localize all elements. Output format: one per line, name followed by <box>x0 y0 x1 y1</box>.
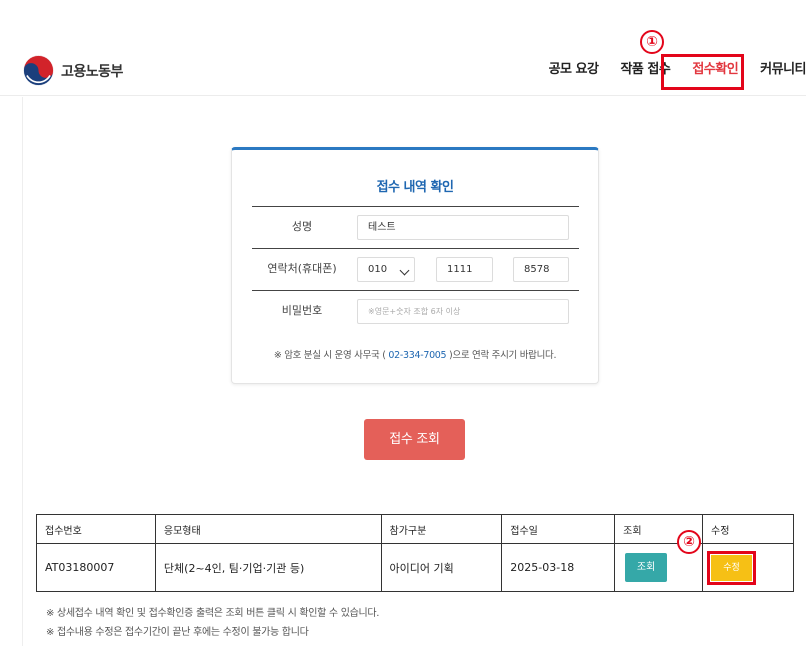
phone-row: 연락처(휴대폰) 010 1111 8578 <box>252 249 579 291</box>
submission-table: 접수번호 응모형태 참가구분 접수일 조회 수정 AT03180007 단체(2… <box>36 514 794 592</box>
notice-text-before: ※ 암호 분실 시 운영 사무국 ( <box>273 350 386 361</box>
search-submission-button[interactable]: 접수 조회 <box>364 419 465 460</box>
col-header-category: 참가구분 <box>380 514 503 544</box>
view-button[interactable]: 조회 <box>625 553 668 582</box>
phone-prefix-select[interactable]: 010 <box>357 257 415 282</box>
footnotes: ※ 상세접수 내역 확인 및 접수확인증 출력은 조회 버튼 클릭 시 확인할 … <box>46 604 379 642</box>
phone-prefix-value: 010 <box>368 264 388 275</box>
name-input[interactable]: 테스트 <box>357 215 569 240</box>
password-row: 비밀번호 ※영문+숫자 조합 6자 이상 <box>252 291 579 333</box>
taegeuk-logo-icon <box>23 55 54 86</box>
lookup-card: 접수 내역 확인 성명 테스트 연락처(휴대폰) 010 1111 8578 비… <box>231 147 599 384</box>
phone-middle-input[interactable]: 1111 <box>436 257 493 282</box>
password-label: 비밀번호 <box>281 304 323 317</box>
password-notice: ※ 암호 분실 시 운영 사무국 ( 02-334-7005 )으로 연락 주시… <box>232 347 598 361</box>
card-title: 접수 내역 확인 <box>376 180 454 195</box>
name-label: 성명 <box>291 220 313 233</box>
nav-item-guidelines[interactable]: 공모 요강 <box>549 58 599 77</box>
ministry-logo[interactable]: 고용노동부 <box>22 54 123 87</box>
cell-date: 2025-03-18 <box>501 543 616 592</box>
cell-edit: 수정 <box>702 543 794 592</box>
col-header-type: 응모형태 <box>154 514 382 544</box>
office-phone: 02-334-7005 <box>388 350 447 361</box>
step-marker-1: ① <box>640 30 664 54</box>
nav-item-community[interactable]: 커뮤니티 <box>760 58 806 77</box>
cell-number: AT03180007 <box>36 543 156 592</box>
phone-label: 연락처(휴대폰) <box>267 262 337 275</box>
password-input[interactable]: ※영문+숫자 조합 6자 이상 <box>357 299 569 324</box>
footnote-1: ※ 상세접수 내역 확인 및 접수확인증 출력은 조회 버튼 클릭 시 확인할 … <box>46 608 380 619</box>
col-header-edit: 수정 <box>702 514 794 544</box>
highlight-box-edit: 수정 <box>707 550 757 585</box>
step-marker-2: ② <box>677 530 701 554</box>
logo-text: 고용노동부 <box>61 63 123 80</box>
highlight-box-nav <box>661 54 744 90</box>
col-header-number: 접수번호 <box>36 514 156 544</box>
lookup-form: 성명 테스트 연락처(휴대폰) 010 1111 8578 비밀번호 ※영문+숫… <box>252 206 579 333</box>
col-header-date: 접수일 <box>501 514 616 544</box>
chevron-down-icon <box>399 265 410 276</box>
notice-text-after: )으로 연락 주시기 바랍니다. <box>449 350 557 361</box>
cell-type: 단체(2~4인, 팀·기업·기관 등) <box>154 543 382 592</box>
footnote-2: ※ 접수내용 수정은 접수기간이 끝난 후에는 수정이 불가능 합니다 <box>46 627 309 638</box>
phone-last-input[interactable]: 8578 <box>513 257 569 282</box>
edit-button[interactable]: 수정 <box>711 554 753 581</box>
cell-category: 아이디어 기획 <box>380 543 503 592</box>
name-row: 성명 테스트 <box>252 207 579 249</box>
